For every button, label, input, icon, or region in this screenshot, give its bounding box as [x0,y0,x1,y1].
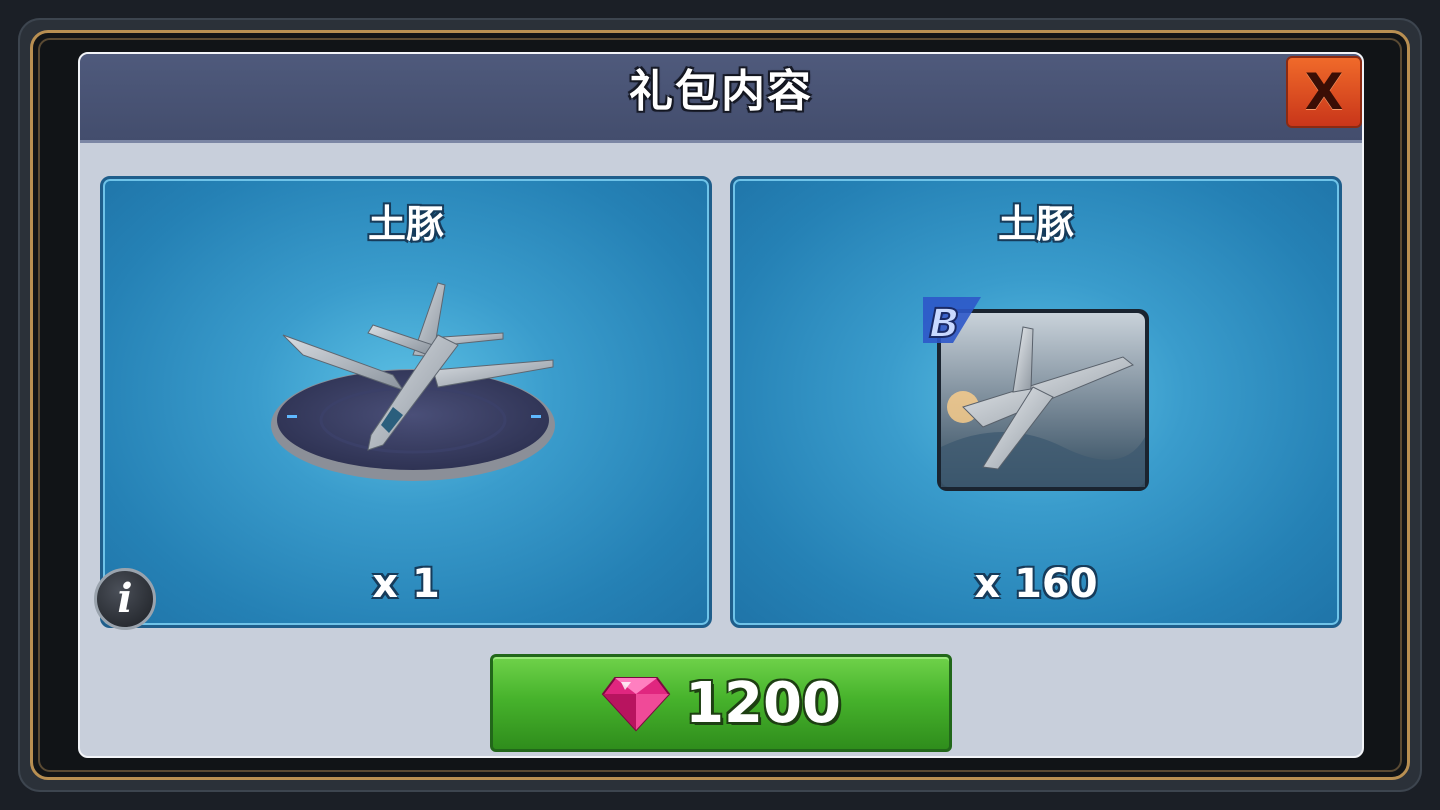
badge-letter: B [929,301,960,347]
item-card-blueprint[interactable]: 土豚 B x 160 [730,176,1342,628]
package-contents-dialog: 礼包内容 X 土豚 x 1 土豚 B x 160 i 1200 [78,52,1364,758]
dialog-title: 礼包内容 [629,66,813,117]
blueprint-card-icon: B [923,297,1149,491]
item-name: 土豚 [367,202,444,246]
item-name: 土豚 [997,202,1074,246]
item-card-aircraft[interactable]: 土豚 x 1 [100,176,712,628]
title-bar: 礼包内容 X [80,54,1362,143]
info-button[interactable]: i [94,568,156,630]
item-quantity: x 1 [372,561,440,607]
gem-icon [601,677,671,732]
jet-on-platform-icon [271,282,555,481]
info-icon: i [117,575,133,622]
item-quantity: x 160 [974,561,1098,607]
close-button[interactable]: X [1286,56,1362,128]
close-icon: X [1304,63,1344,121]
buy-button[interactable]: 1200 [490,654,952,752]
price-label: 1200 [685,670,841,736]
